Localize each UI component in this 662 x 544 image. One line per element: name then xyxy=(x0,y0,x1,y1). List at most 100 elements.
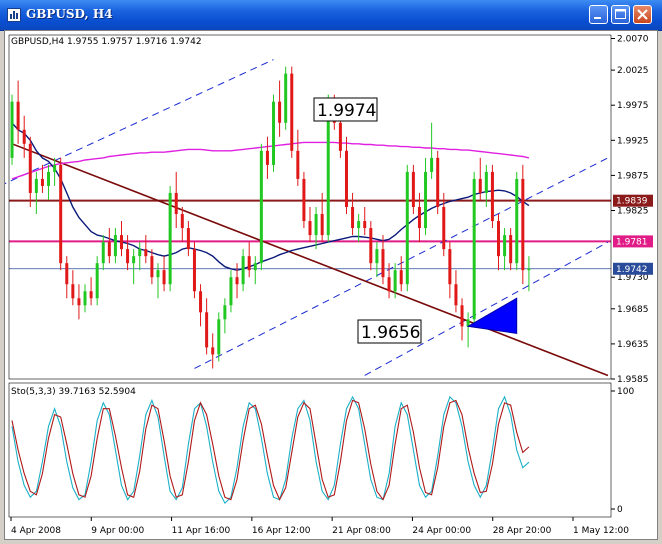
minimize-button[interactable] xyxy=(589,5,608,24)
annotation-high: 1.9974 xyxy=(313,97,378,122)
candle xyxy=(28,136,32,207)
candle-body xyxy=(34,178,38,193)
candle-body xyxy=(113,235,117,257)
candle xyxy=(265,136,269,179)
candle-body xyxy=(89,291,93,299)
price-chart xyxy=(0,59,611,377)
candle-body xyxy=(217,319,221,355)
candle-body xyxy=(424,171,428,229)
candle xyxy=(302,171,306,229)
x-tick-label: 16 Apr 12:00 xyxy=(252,526,311,536)
candle xyxy=(107,228,111,264)
candle-body xyxy=(101,242,105,264)
candle xyxy=(77,284,81,320)
candle-body xyxy=(375,249,379,264)
candle-body xyxy=(272,101,276,165)
candle-body xyxy=(351,207,355,229)
x-tick-label: 4 Apr 2008 xyxy=(11,526,61,536)
candle xyxy=(180,207,184,243)
maximize-button[interactable] xyxy=(611,5,630,24)
y-tick-label: 1.9925 xyxy=(617,136,649,146)
candle-body xyxy=(144,249,148,257)
candle xyxy=(278,80,282,137)
candle xyxy=(186,221,190,257)
candle xyxy=(174,171,178,229)
sub-panel-border xyxy=(8,382,612,518)
x-tick-label: 21 Apr 08:00 xyxy=(332,526,391,536)
candle xyxy=(466,312,470,348)
candle-body xyxy=(436,157,440,207)
candle xyxy=(53,157,57,186)
candle-body xyxy=(302,178,306,222)
candle xyxy=(259,143,263,271)
candle xyxy=(101,235,105,271)
candle-body xyxy=(53,164,57,172)
candle xyxy=(521,164,525,285)
x-tick-label: 1 May 12:00 xyxy=(573,526,629,536)
price-label: 1.9839 xyxy=(613,194,653,207)
candle-body xyxy=(411,171,415,207)
trendline xyxy=(11,143,609,377)
candle-body xyxy=(77,298,81,306)
candle-body xyxy=(490,171,494,222)
candle xyxy=(375,242,379,278)
chart-area[interactable]: 2.0070 2.0025 1.9975 1.9925 1.9875 1.9825 1.97… xyxy=(0,30,658,540)
candle xyxy=(16,80,20,144)
candle-body xyxy=(107,242,111,257)
window-title: GBPUSD, H4 xyxy=(26,7,113,21)
candle xyxy=(223,298,227,334)
candle-body xyxy=(71,284,75,299)
candle-body xyxy=(314,214,318,236)
candle-body xyxy=(186,228,190,250)
chart-svg[interactable]: 2.0070 2.0025 1.9975 1.9925 1.9875 1.9825 1.97… xyxy=(0,31,657,539)
candle xyxy=(314,207,318,250)
y-tick-label: 1.9825 xyxy=(617,207,649,217)
candle xyxy=(424,157,428,236)
stochastic-chart xyxy=(11,395,530,505)
y-tick-label: 1.9875 xyxy=(617,171,649,181)
candle-body xyxy=(363,221,367,229)
candle-body xyxy=(387,277,391,292)
candle-body xyxy=(253,263,257,271)
candle-body xyxy=(229,277,233,306)
candle xyxy=(296,129,300,186)
candle xyxy=(119,221,123,257)
candle-body xyxy=(180,214,184,229)
candle xyxy=(71,270,75,306)
candle xyxy=(448,242,452,299)
candle xyxy=(472,171,476,327)
candle xyxy=(411,164,415,215)
candle xyxy=(381,235,385,285)
candle-body xyxy=(326,101,330,236)
candle xyxy=(162,256,166,292)
candle-body xyxy=(132,256,136,264)
title-bar[interactable]: GBPUSD, H4 xyxy=(0,0,662,31)
candle-body xyxy=(478,178,482,193)
x-tick-label: 11 Apr 16:00 xyxy=(172,526,231,536)
stochastic-header: Sto(5,3,3) 39.7163 52.5904 xyxy=(11,387,136,397)
price-label: 1.9742 xyxy=(613,262,653,275)
close-button[interactable] xyxy=(633,5,652,24)
candle-body xyxy=(527,268,531,271)
candle xyxy=(241,249,245,292)
chart-app-icon xyxy=(7,7,21,22)
sub-y-tick-label: 0 xyxy=(617,505,623,515)
candle xyxy=(253,256,257,285)
candle xyxy=(399,256,403,292)
candle xyxy=(47,164,51,200)
y-tick-label: 2.0070 xyxy=(617,35,649,45)
candle-body xyxy=(460,305,464,327)
candle-body xyxy=(278,101,282,123)
candle-body xyxy=(223,305,227,320)
price-label-text: 1.9781 xyxy=(616,237,648,247)
candle xyxy=(89,277,93,306)
candle-body xyxy=(28,143,32,193)
candle-body xyxy=(308,221,312,236)
y-tick-label: 1.9975 xyxy=(617,101,649,111)
candle-body xyxy=(381,249,385,278)
candle xyxy=(436,150,440,215)
candle xyxy=(144,235,148,264)
candle xyxy=(405,164,409,292)
candle-body xyxy=(40,178,44,186)
candle xyxy=(497,214,501,271)
